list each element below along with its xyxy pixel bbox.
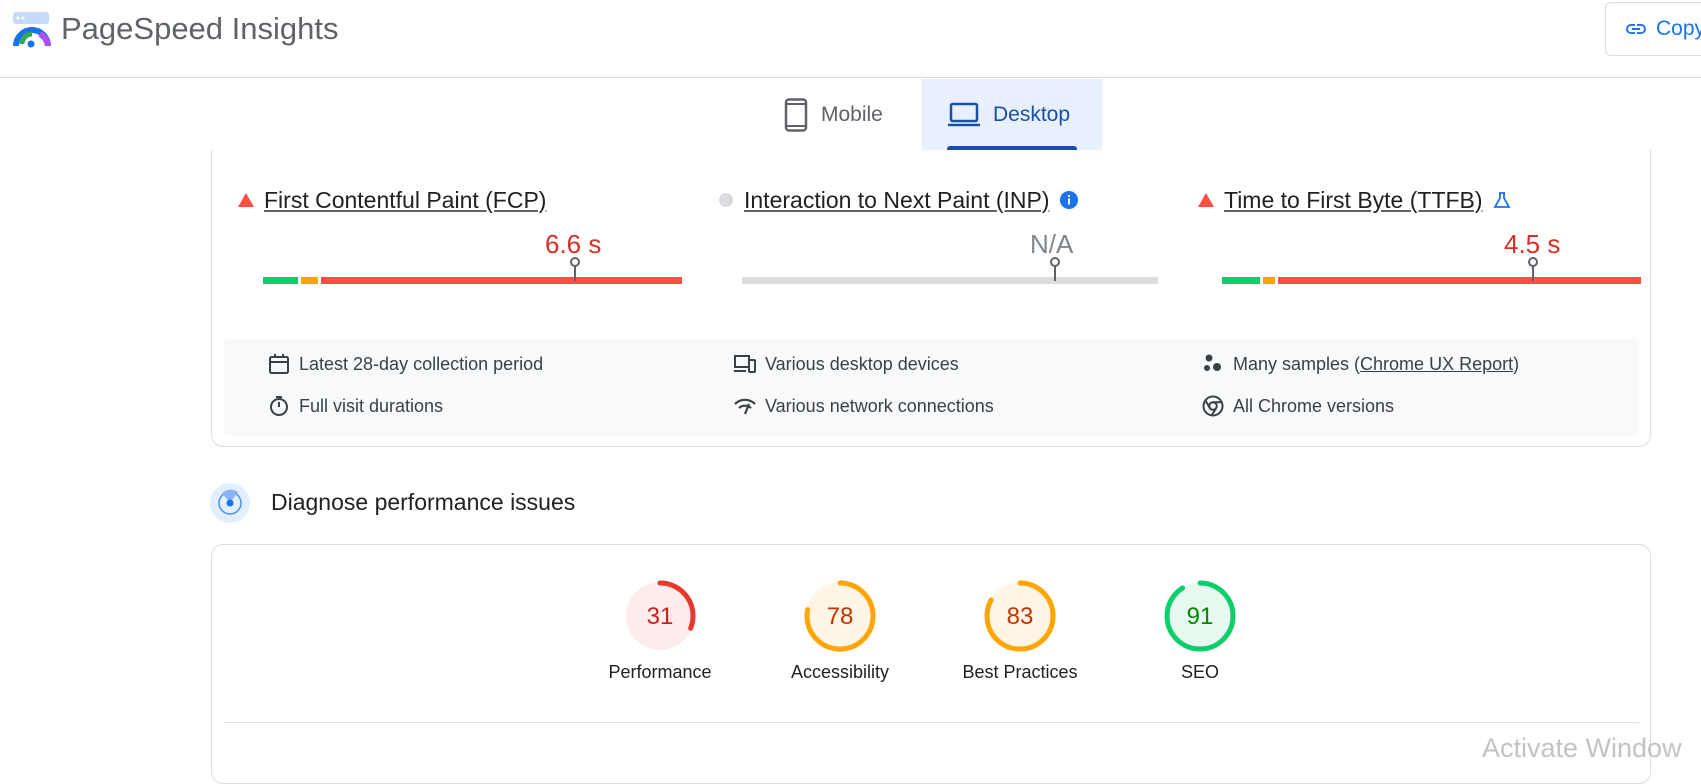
gauge-accessibility[interactable]: 78 Accessibility — [770, 580, 910, 683]
collection-period-text: Latest 28-day collection period — [299, 353, 544, 374]
gauge-label: Best Practices — [962, 662, 1078, 682]
percentile-marker — [1050, 257, 1060, 281]
network-icon — [734, 398, 756, 415]
metric-inp-distribution-bar — [742, 277, 1158, 284]
smartphone-icon — [784, 97, 808, 132]
score-gauge: 91 — [1164, 580, 1236, 652]
no-data-segment — [742, 277, 1158, 284]
copy-link-label: Copy — [1656, 17, 1701, 40]
chrome-versions-text: All Chrome versions — [1233, 395, 1395, 416]
copy-link-button[interactable]: Copy — [1605, 2, 1701, 56]
info-icon[interactable] — [1059, 191, 1078, 209]
score-value: 83 — [1007, 603, 1034, 630]
needs-improvement-segment — [301, 277, 318, 284]
section-divider — [224, 722, 1639, 723]
visit-durations: Full visit durations — [268, 395, 443, 417]
tab-desktop[interactable]: Desktop — [922, 79, 1102, 150]
metric-ttfb-distribution-bar — [1222, 277, 1641, 284]
percentile-marker — [570, 257, 580, 281]
metric-ttfb: Time to First Byte (TTFB) 4.5 s — [1198, 185, 1641, 284]
gauge-label: Performance — [608, 662, 712, 682]
samples-text: Many samples (Chrome UX Report) — [1233, 353, 1520, 374]
chrome-ux-report-link[interactable]: Chrome UX Report — [1360, 354, 1513, 374]
score-value: 91 — [1187, 603, 1214, 630]
metric-fcp-distribution-bar — [263, 277, 682, 284]
score-gauge: 78 — [804, 580, 876, 652]
metric-fcp: First Contentful Paint (FCP) 6.6 s — [238, 185, 682, 284]
field-data-info-panel: Latest 28-day collection period Full vis… — [224, 339, 1639, 436]
timer-icon — [270, 396, 288, 416]
metric-inp: Interaction to Next Paint (INP) N/A — [718, 185, 1158, 284]
metric-ttfb-title[interactable]: Time to First Byte (TTFB) — [1224, 187, 1483, 214]
good-segment — [263, 277, 298, 284]
poor-triangle-icon — [238, 193, 254, 207]
link-icon — [1626, 24, 1646, 34]
samples-dots-icon — [1204, 354, 1221, 371]
windows-activation-watermark: Activate Window — [1482, 733, 1682, 763]
metric-inp-title[interactable]: Interaction to Next Paint (INP) — [744, 187, 1050, 214]
lab-scores-card — [211, 544, 1651, 784]
network-text: Various network connections — [765, 395, 994, 416]
devices-icon — [734, 355, 756, 373]
tab-mobile-label: Mobile — [821, 102, 883, 126]
diagnose-section-title: Diagnose performance issues — [271, 489, 576, 515]
metric-fcp-title[interactable]: First Contentful Paint (FCP) — [264, 187, 546, 214]
app-title: PageSpeed Insights — [61, 11, 339, 46]
chrome-icon — [1202, 395, 1224, 417]
laptop-icon — [948, 102, 980, 126]
poor-segment — [321, 277, 682, 284]
chrome-versions-info: All Chrome versions — [1202, 395, 1394, 417]
devices-text: Various desktop devices — [765, 353, 959, 374]
score-gauge: 83 — [984, 580, 1056, 652]
metric-ttfb-value: 4.5 s — [1504, 229, 1561, 259]
needs-improvement-segment — [1263, 277, 1275, 284]
score-value: 78 — [827, 603, 854, 630]
collection-period: Latest 28-day collection period — [268, 353, 543, 375]
gauge-best-practices[interactable]: 83 Best Practices — [950, 580, 1090, 683]
percentile-marker — [1528, 257, 1538, 281]
good-segment — [1222, 277, 1260, 284]
gauge-seo[interactable]: 91 SEO — [1130, 580, 1270, 683]
network-info: Various network connections — [734, 395, 994, 417]
pagespeed-logo-icon — [13, 12, 51, 48]
devices-info: Various desktop devices — [734, 353, 959, 375]
diagnose-radar-icon — [210, 483, 250, 523]
score-value: 31 — [647, 603, 674, 630]
no-data-circle-icon — [719, 193, 733, 207]
tab-desktop-label: Desktop — [993, 102, 1071, 126]
experimental-flask-icon[interactable] — [1493, 191, 1511, 209]
poor-segment — [1278, 277, 1641, 284]
poor-triangle-icon — [1198, 193, 1214, 207]
score-gauge: 31 — [624, 580, 696, 652]
calendar-icon — [269, 354, 289, 374]
gauge-label: SEO — [1180, 662, 1219, 682]
device-tabs: Mobile Desktop — [763, 79, 1102, 150]
metric-fcp-value: 6.6 s — [545, 229, 602, 259]
tab-mobile[interactable]: Mobile — [763, 79, 922, 150]
header: PageSpeed Insights Copy — [0, 0, 1701, 78]
gauge-label: Accessibility — [790, 662, 890, 682]
metric-inp-value: N/A — [1030, 229, 1074, 259]
gauge-performance[interactable]: 31 Performance — [590, 580, 730, 683]
samples-info: Many samples (Chrome UX Report) — [1202, 353, 1519, 375]
visit-durations-text: Full visit durations — [299, 395, 444, 416]
